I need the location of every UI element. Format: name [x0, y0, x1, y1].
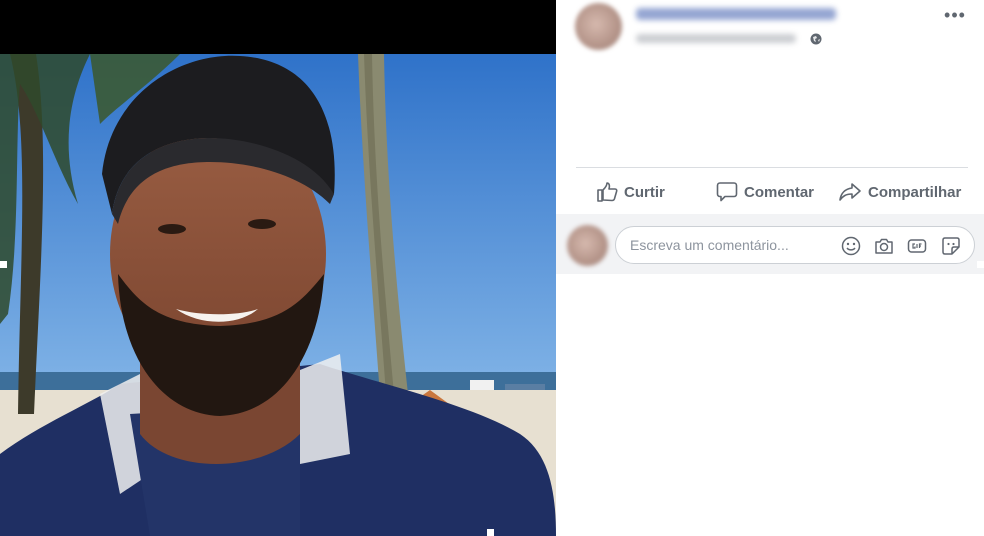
viewer-avatar[interactable]: [567, 225, 608, 266]
share-label: Compartilhar: [868, 183, 962, 201]
author-avatar[interactable]: [575, 3, 622, 50]
comment-placeholder: Escreva um comentário...: [630, 237, 789, 253]
post-header: •••: [556, 0, 984, 60]
post-side-panel: ••• Curtir Comentar Compartilhar Escreva…: [556, 0, 984, 536]
share-button[interactable]: Compartilhar: [838, 172, 961, 212]
emoji-icon[interactable]: [841, 236, 861, 256]
gif-icon[interactable]: [907, 236, 927, 256]
post-timestamp-redacted[interactable]: [636, 34, 796, 43]
more-options-icon[interactable]: •••: [942, 4, 968, 26]
share-icon: [838, 182, 862, 202]
globe-icon: [810, 33, 822, 45]
crop-marker-bottom: [487, 529, 494, 536]
comment-label: Comentar: [744, 183, 815, 201]
camera-icon[interactable]: [874, 236, 894, 256]
comment-button[interactable]: Comentar: [716, 172, 814, 212]
post-actions-bar: Curtir Comentar Compartilhar: [556, 172, 984, 212]
post-photo-panel[interactable]: [0, 0, 556, 536]
comment-input[interactable]: Escreva um comentário...: [615, 226, 975, 264]
like-label: Curtir: [624, 183, 665, 201]
sticker-icon[interactable]: [941, 236, 961, 256]
comment-icon: [716, 181, 738, 203]
like-button[interactable]: Curtir: [596, 172, 665, 212]
crop-marker-right: [977, 261, 984, 268]
like-icon: [596, 182, 618, 202]
actions-divider: [576, 167, 968, 168]
crop-marker-left: [0, 261, 7, 268]
author-name-redacted[interactable]: [636, 8, 836, 20]
post-photo[interactable]: [0, 54, 556, 536]
comment-composer: Escreva um comentário...: [556, 214, 984, 274]
